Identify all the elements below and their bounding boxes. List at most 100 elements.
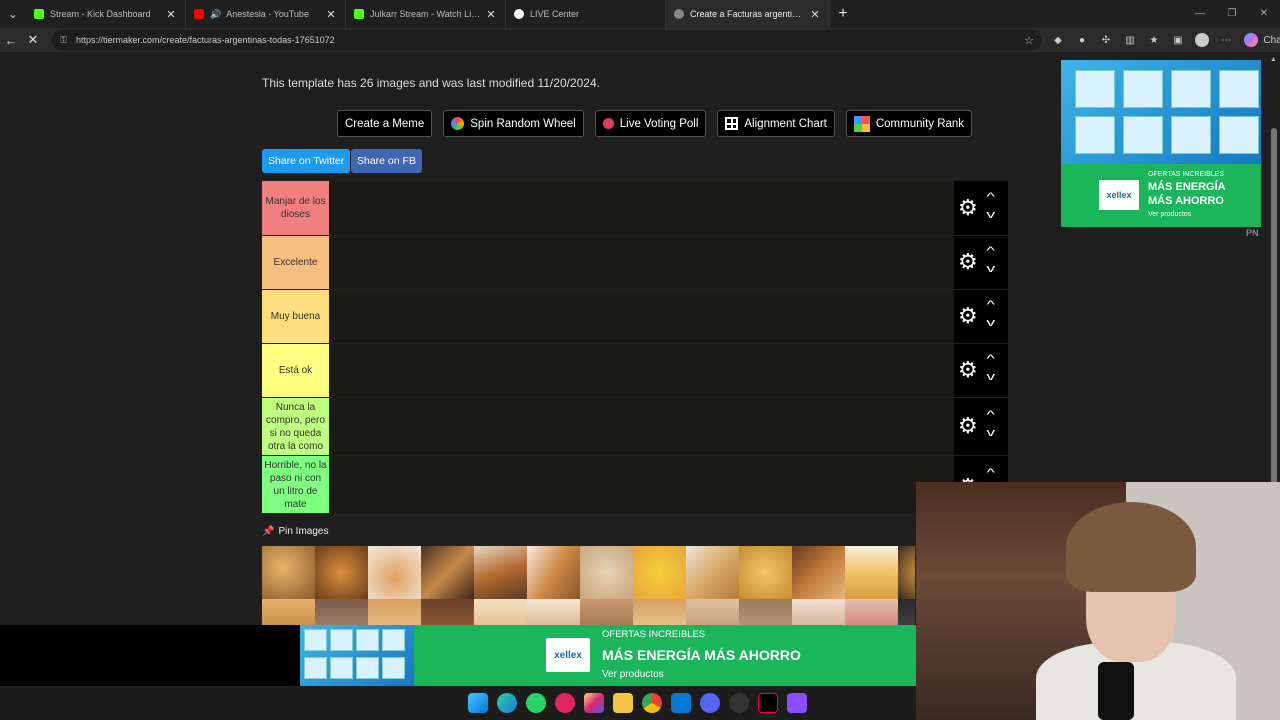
pastry-image[interactable] [792, 546, 845, 599]
tier-drop-zone[interactable] [330, 344, 954, 397]
pastry-image[interactable] [845, 599, 898, 626]
pastry-image[interactable] [527, 546, 580, 599]
favorite-star-icon[interactable]: ☆ [1024, 34, 1034, 47]
pastry-image[interactable] [368, 546, 421, 599]
collections-icon[interactable]: ▣ [1166, 35, 1190, 46]
more-icon[interactable]: ⋯ [1214, 35, 1238, 46]
pastry-image[interactable] [580, 599, 633, 626]
maximize-icon[interactable]: ❐ [1216, 0, 1248, 28]
pastry-image[interactable] [686, 599, 739, 626]
side-banner-ad[interactable]: xellex OFERTAS INCREIBLES MÁS ENERGÍA MÁ… [1061, 60, 1261, 227]
pastry-image[interactable] [792, 599, 845, 626]
close-tab-icon[interactable]: ✕ [485, 8, 497, 21]
scrollbar-thumb[interactable] [1271, 128, 1277, 518]
chevron-down-icon[interactable]: v [986, 427, 995, 439]
instagram-icon[interactable] [584, 693, 604, 713]
pastry-image[interactable] [421, 599, 474, 626]
close-tab-icon[interactable]: ✕ [809, 8, 821, 21]
puzzle-icon[interactable]: ✣ [1094, 35, 1118, 46]
chevron-up-icon[interactable]: ^ [986, 299, 994, 311]
profile-avatar[interactable] [1195, 33, 1209, 47]
gear-icon[interactable]: ⚙ [958, 359, 978, 381]
share-twitter-button[interactable]: Share on Twitter [262, 149, 351, 173]
site-info-icon[interactable]: ⚿ [60, 35, 70, 46]
speaker-icon[interactable]: 🔊 [210, 9, 221, 20]
chevron-up-icon[interactable]: ^ [986, 467, 994, 479]
pastry-image[interactable] [315, 546, 368, 599]
mail-icon[interactable] [671, 693, 691, 713]
tier-label[interactable]: Está ok [262, 344, 329, 397]
minimize-icon[interactable]: — [1184, 0, 1216, 28]
chevron-up-icon[interactable]: ^ [986, 245, 994, 257]
pastry-image[interactable] [421, 546, 474, 599]
spin-wheel-button[interactable]: Spin Random Wheel [443, 110, 584, 137]
gear-icon[interactable]: ⚙ [958, 415, 978, 437]
close-window-icon[interactable]: ✕ [1248, 0, 1280, 28]
tier-label[interactable]: Muy buena [262, 290, 329, 343]
close-tab-icon[interactable]: ✕ [165, 8, 177, 21]
scroll-up-icon[interactable]: ▲ [1270, 56, 1277, 63]
chevron-down-icon[interactable]: v [986, 371, 995, 383]
tier-label[interactable]: Excelente [262, 236, 329, 289]
pastry-image[interactable] [739, 546, 792, 599]
pastry-image[interactable] [315, 599, 368, 626]
pastry-image[interactable] [262, 599, 315, 626]
tier-drop-zone[interactable] [330, 181, 954, 235]
back-icon[interactable]: ← [0, 33, 22, 48]
chevron-up-icon[interactable]: ^ [986, 409, 994, 421]
app-icon[interactable] [787, 693, 807, 713]
obs-icon[interactable] [729, 693, 749, 713]
chevron-down-icon[interactable]: v [986, 209, 995, 221]
gear-icon[interactable]: ⚙ [958, 305, 978, 327]
pastry-image[interactable] [898, 546, 915, 599]
chrome-icon[interactable] [642, 693, 662, 713]
pastry-image[interactable] [739, 599, 792, 626]
pastry-image[interactable] [686, 546, 739, 599]
tab-kick-stream[interactable]: Julkarr Stream - Watch Live on Kick ✕ [346, 0, 506, 28]
tab-youtube[interactable]: 🔊 Anestesia - YouTube ✕ [186, 0, 346, 28]
extension-icon[interactable]: ● [1070, 35, 1094, 46]
extension-icon[interactable]: ◆ [1046, 35, 1070, 46]
gear-icon[interactable]: ⚙ [958, 251, 978, 273]
chevron-up-icon[interactable]: ^ [986, 353, 994, 365]
favorites-icon[interactable]: ★ [1142, 35, 1166, 46]
tab-kick-dashboard[interactable]: Stream - Kick Dashboard ✕ [26, 0, 186, 28]
pastry-image[interactable] [527, 599, 580, 626]
pastry-image[interactable] [633, 546, 686, 599]
chevron-down-icon[interactable]: v [986, 317, 995, 329]
ad-cta[interactable]: Ver productos [1148, 211, 1191, 218]
pastry-image[interactable] [633, 599, 686, 626]
tab-live-center[interactable]: LIVE Center [506, 0, 666, 28]
discord-icon[interactable] [700, 693, 720, 713]
close-tab-icon[interactable]: ✕ [325, 8, 337, 21]
alignment-chart-button[interactable]: Alignment Chart [717, 110, 835, 137]
new-tab-icon[interactable]: + [830, 5, 856, 23]
share-fb-button[interactable]: Share on FB [351, 149, 422, 173]
tier-drop-zone[interactable] [330, 398, 954, 455]
tiktok-icon[interactable] [758, 693, 778, 713]
pastry-image[interactable] [368, 599, 421, 626]
media-player-icon[interactable] [555, 693, 575, 713]
chevron-up-icon[interactable]: ^ [986, 191, 994, 203]
voting-poll-button[interactable]: Live Voting Poll [594, 110, 707, 137]
pastry-image[interactable] [262, 546, 315, 599]
tier-drop-zone[interactable] [330, 456, 954, 513]
tab-tiermaker[interactable]: Create a Facturas argentinas (TODAS) Tie… [666, 0, 830, 28]
stop-loading-icon[interactable]: ✕ [22, 32, 44, 48]
ad-cta[interactable]: Ver productos [602, 669, 664, 680]
tier-label[interactable]: Horrible, no la paso ni con un litro de … [262, 456, 329, 513]
create-meme-button[interactable]: Create a Meme [337, 110, 433, 137]
pastry-image[interactable] [474, 599, 527, 626]
edge-icon[interactable] [497, 693, 517, 713]
split-screen-icon[interactable]: ▥ [1118, 35, 1142, 46]
tier-drop-zone[interactable] [330, 236, 954, 289]
windows-start-icon[interactable] [468, 693, 488, 713]
gear-icon[interactable]: ⚙ [958, 197, 978, 219]
whatsapp-icon[interactable] [526, 693, 546, 713]
tier-label[interactable]: Nunca la compro, pero si no queda otra l… [262, 398, 329, 455]
file-explorer-icon[interactable] [613, 693, 633, 713]
pastry-image[interactable] [580, 546, 633, 599]
pin-images-toggle[interactable]: 📌 Pin Images [262, 526, 328, 537]
community-rank-button[interactable]: Community Rank [845, 110, 973, 137]
copilot-chat-button[interactable]: Chat [1244, 33, 1280, 47]
